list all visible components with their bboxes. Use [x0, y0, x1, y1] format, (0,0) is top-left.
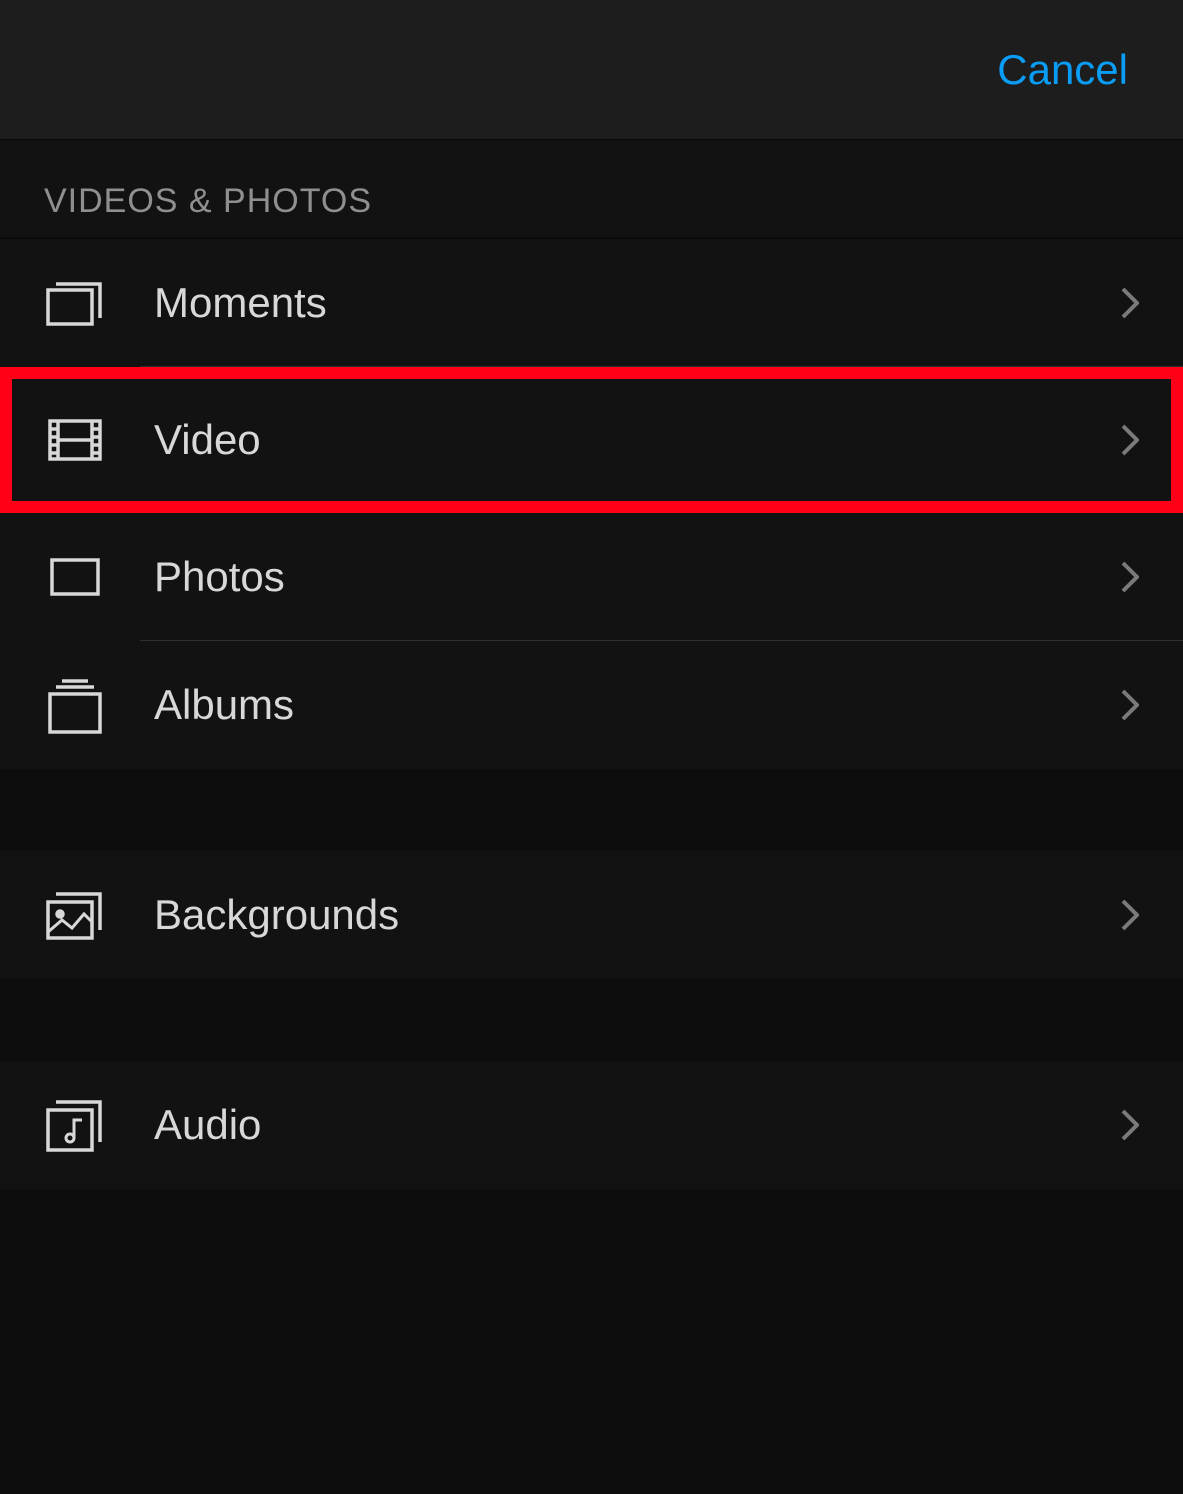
chevron-right-icon: [1121, 1109, 1139, 1141]
chevron-right-icon: [1121, 561, 1139, 593]
chevron-right-icon: [1121, 424, 1139, 456]
header-bar: Cancel: [0, 0, 1183, 140]
item-label: Moments: [154, 279, 1121, 327]
chevron-right-icon: [1121, 287, 1139, 319]
item-label: Albums: [154, 681, 1121, 729]
audio-icon: [44, 1094, 106, 1156]
item-label: Video: [154, 416, 1121, 464]
list-backgrounds: Backgrounds: [0, 851, 1183, 979]
list-item-audio[interactable]: Audio: [0, 1061, 1183, 1189]
chevron-right-icon: [1121, 899, 1139, 931]
moments-icon: [44, 272, 106, 334]
item-label: Audio: [154, 1101, 1121, 1149]
item-label: Backgrounds: [154, 891, 1121, 939]
item-label: Photos: [154, 553, 1121, 601]
list-item-video[interactable]: Video: [0, 367, 1183, 513]
section-header-videos-photos: VIDEOS & PHOTOS: [0, 140, 1183, 237]
albums-icon: [44, 674, 106, 736]
chevron-right-icon: [1121, 689, 1139, 721]
list-item-albums[interactable]: Albums: [0, 641, 1183, 769]
list-item-moments[interactable]: Moments: [0, 239, 1183, 367]
list-item-photos[interactable]: Photos: [0, 513, 1183, 641]
cancel-button[interactable]: Cancel: [997, 46, 1128, 94]
list-item-backgrounds[interactable]: Backgrounds: [0, 851, 1183, 979]
video-icon: [44, 409, 106, 471]
list-videos-photos: Moments Video: [0, 239, 1183, 769]
photos-icon: [44, 546, 106, 608]
list-audio: Audio: [0, 1061, 1183, 1189]
backgrounds-icon: [44, 884, 106, 946]
